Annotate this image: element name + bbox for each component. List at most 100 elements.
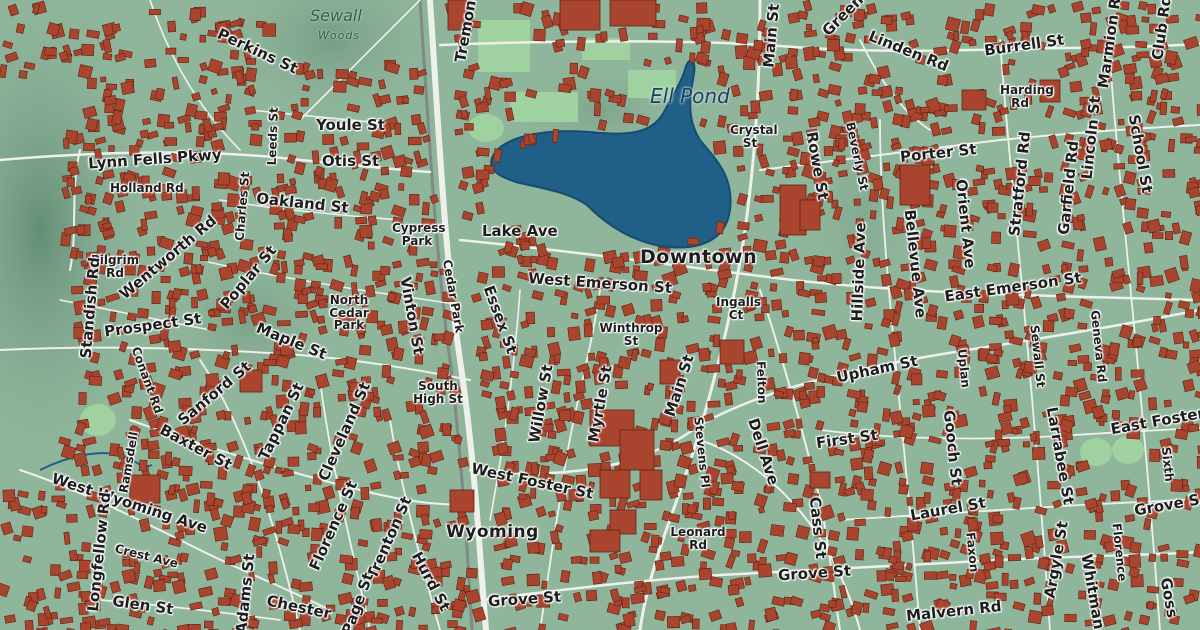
building	[171, 456, 181, 467]
building	[546, 326, 556, 338]
building	[213, 526, 229, 542]
building	[850, 457, 864, 471]
building	[1020, 21, 1033, 33]
building	[727, 511, 737, 520]
building	[827, 39, 841, 52]
building	[816, 386, 826, 398]
building	[491, 266, 505, 278]
building	[413, 85, 425, 95]
building	[1055, 292, 1067, 302]
map-viewport[interactable]: Sewall Woods Tremont Main St Green Linde…	[0, 0, 1200, 630]
building	[646, 382, 655, 391]
building	[418, 624, 428, 630]
building	[585, 589, 598, 602]
building	[797, 10, 809, 20]
building	[1111, 409, 1121, 419]
building	[333, 80, 347, 93]
building	[1077, 354, 1090, 364]
building	[141, 117, 152, 126]
building	[789, 88, 799, 101]
building	[823, 145, 834, 157]
building	[808, 463, 816, 472]
building	[357, 539, 369, 548]
building	[923, 550, 932, 563]
building	[1083, 362, 1092, 371]
building	[838, 169, 848, 178]
building	[50, 611, 59, 620]
building	[1165, 349, 1178, 360]
building	[509, 370, 520, 379]
building	[972, 178, 986, 187]
building	[1031, 446, 1046, 461]
building	[140, 218, 148, 232]
building	[936, 316, 948, 331]
building	[298, 401, 310, 417]
building	[373, 406, 382, 418]
building	[547, 510, 556, 518]
building	[912, 399, 920, 406]
building	[630, 592, 646, 605]
building	[563, 374, 572, 386]
building	[757, 563, 773, 578]
building	[880, 273, 892, 287]
building	[298, 581, 313, 592]
building	[1136, 271, 1144, 285]
building	[994, 555, 1004, 568]
building	[671, 419, 679, 433]
building	[1132, 336, 1142, 347]
building	[587, 510, 600, 522]
building	[395, 619, 404, 630]
building	[760, 194, 774, 203]
building	[967, 517, 979, 532]
label-holland: Holland Rd	[110, 181, 184, 195]
building	[178, 465, 193, 477]
building	[650, 534, 660, 548]
building	[287, 456, 300, 467]
building	[600, 31, 608, 42]
building	[217, 172, 230, 186]
building	[1076, 249, 1084, 262]
building	[949, 573, 957, 581]
building	[1141, 16, 1150, 23]
building	[870, 116, 879, 129]
building	[1149, 275, 1164, 288]
building	[1182, 484, 1190, 493]
building	[271, 374, 279, 386]
building	[44, 47, 57, 56]
building	[733, 445, 744, 452]
building	[465, 567, 478, 579]
building	[73, 451, 89, 468]
building	[249, 133, 263, 147]
building	[850, 419, 859, 428]
building	[147, 440, 160, 451]
building	[921, 404, 936, 418]
building	[1159, 101, 1168, 116]
building	[184, 122, 192, 133]
building	[221, 317, 234, 326]
building	[891, 588, 900, 602]
building	[533, 28, 546, 42]
building	[562, 500, 573, 512]
building	[644, 523, 657, 530]
building	[804, 381, 815, 391]
building	[740, 105, 749, 117]
building	[569, 62, 579, 75]
building	[583, 323, 593, 338]
building-large	[639, 469, 663, 501]
building	[769, 283, 778, 292]
building	[1067, 359, 1078, 367]
building	[675, 38, 683, 53]
building	[476, 271, 489, 285]
building	[857, 86, 868, 95]
building	[659, 551, 672, 562]
building	[131, 406, 143, 420]
building	[787, 47, 799, 57]
building	[1089, 22, 1098, 36]
building	[754, 313, 765, 322]
building	[295, 310, 309, 319]
building	[1002, 404, 1013, 414]
building	[311, 150, 320, 165]
building	[153, 568, 163, 578]
building	[68, 28, 80, 40]
building	[301, 84, 311, 92]
